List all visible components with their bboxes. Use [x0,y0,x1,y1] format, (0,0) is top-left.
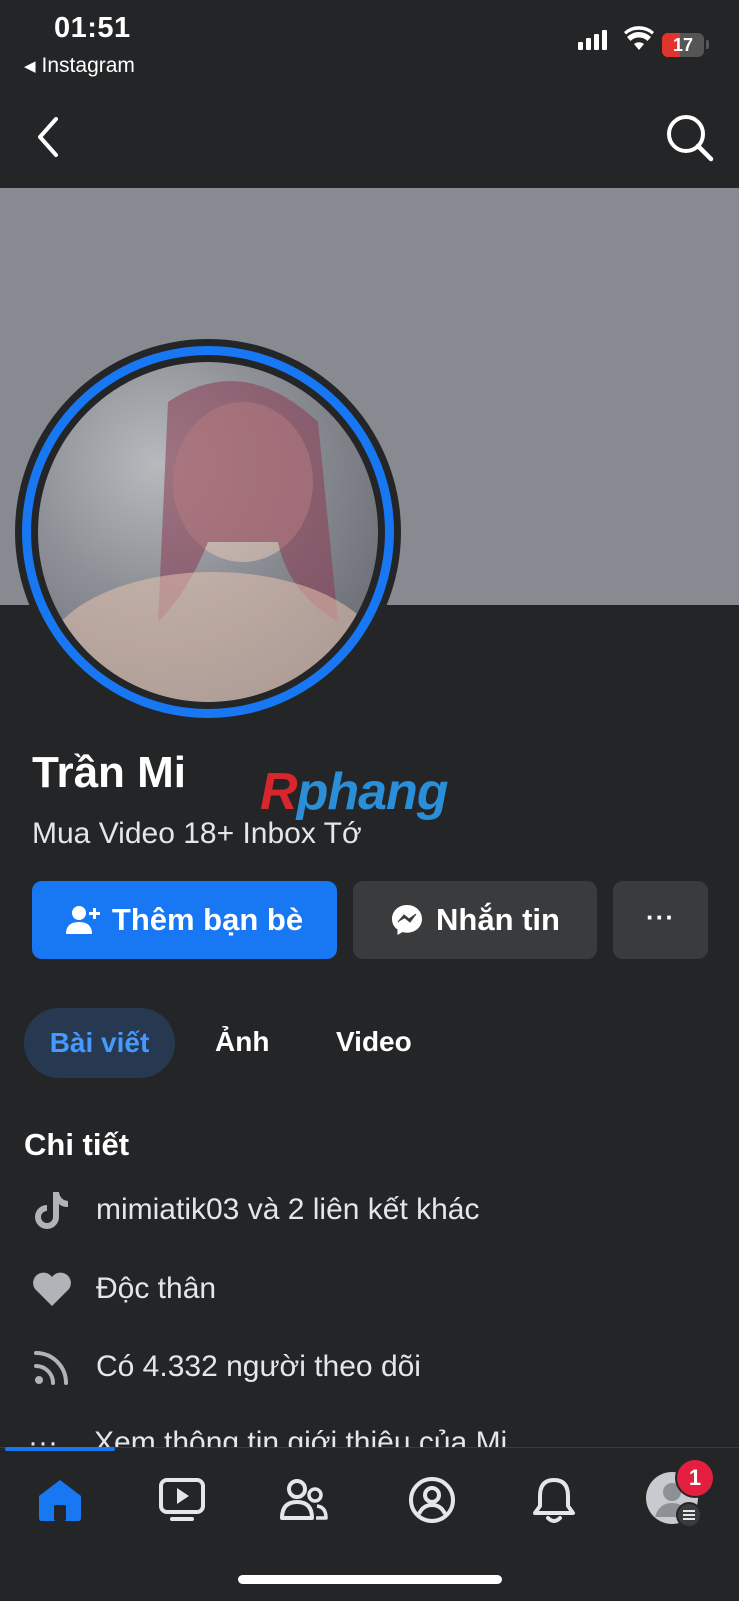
tab-videos[interactable]: Video [336,1026,412,1058]
detail-links[interactable]: mimiatik03 và 2 liên kết khác [28,1186,480,1234]
nav-home[interactable] [30,1470,90,1530]
see-about-info-link[interactable]: ··· Xem thông tin giới thiệu của Mi [28,1426,507,1448]
add-friend-icon [65,906,100,934]
rss-icon [28,1343,76,1391]
avatar-silhouette [43,381,378,702]
status-time: 01:51 [54,12,131,44]
message-label: Nhắn tin [436,902,560,937]
tiktok-icon [28,1186,76,1234]
more-dots-icon: ··· [646,901,675,932]
nav-profile[interactable] [402,1470,462,1530]
profile-avatar[interactable] [38,362,378,702]
message-button[interactable]: Nhắn tin [353,881,597,959]
profile-name: Trần Mi [32,748,187,797]
battery-level: 17 [672,35,694,55]
tab-photos[interactable]: Ảnh [215,1026,269,1058]
friends-icon [280,1479,328,1520]
battery-tip [706,40,709,49]
detail-links-text: mimiatik03 và 2 liên kết khác [96,1193,480,1226]
watermark-logo: Rphang [260,763,449,821]
home-icon [39,1480,81,1521]
wifi-icon [624,26,654,50]
back-arrow-icon[interactable] [32,113,72,163]
detail-relationship-text: Độc thân [96,1272,217,1305]
tab-posts[interactable]: Bài viết [24,1008,175,1078]
nav-video[interactable] [152,1470,212,1530]
battery-icon: 17 [662,33,704,57]
profile-circle-icon [409,1477,455,1523]
back-to-app-link[interactable]: ◀ Instagram [24,54,135,78]
see-about-info-text: Xem thông tin giới thiệu của Mi [94,1426,508,1448]
profile-bio: Mua Video 18+ Inbox Tớ [32,817,362,850]
nav-notifications[interactable] [524,1470,584,1530]
home-indicator[interactable] [238,1575,502,1584]
back-triangle-icon: ◀ [24,58,36,75]
detail-relationship: Độc thân [28,1265,216,1313]
add-friend-button[interactable]: Thêm bạn bè [32,881,337,959]
bell-icon [533,1478,575,1523]
more-options-button[interactable]: ··· [613,881,708,959]
video-icon [159,1478,205,1521]
search-icon[interactable] [664,112,716,164]
nav-active-indicator [5,1447,115,1451]
more-dots-small-icon: ··· [28,1426,58,1448]
details-heading: Chi tiết [24,1127,130,1162]
messenger-icon [392,905,422,935]
heart-icon [28,1265,76,1313]
add-friend-label: Thêm bạn bè [111,902,304,937]
notification-badge: 1 [675,1458,715,1498]
cellular-signal-icon [578,30,607,50]
back-app-label: Instagram [41,54,135,77]
nav-friends[interactable] [274,1470,334,1530]
detail-followers[interactable]: Có 4.332 người theo dõi [28,1343,421,1391]
detail-followers-text: Có 4.332 người theo dõi [96,1350,421,1383]
